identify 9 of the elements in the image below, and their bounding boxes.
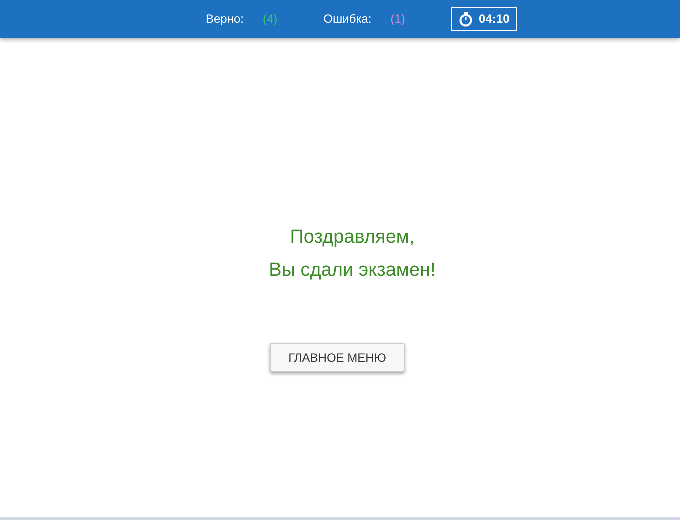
timer: 04:10 — [451, 7, 518, 31]
congrats-text: Вы сдали экзамен! — [269, 259, 436, 283]
stat-count: (4) — [263, 12, 278, 26]
stat-label: Ошибка: — [324, 12, 372, 26]
stat-count: (1) — [390, 12, 406, 26]
stopwatch-icon — [459, 12, 474, 26]
congrats-text: Поздравляем, — [290, 226, 415, 250]
stat-label: Верно: — [206, 12, 244, 26]
main-menu-button[interactable]: ГЛАВНОЕ МЕНЮ — [270, 343, 406, 372]
